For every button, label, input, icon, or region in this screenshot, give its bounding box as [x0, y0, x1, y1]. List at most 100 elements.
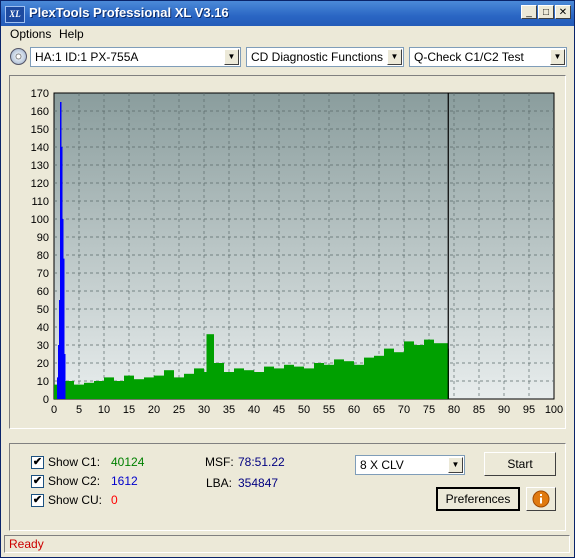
c1-bar [84, 382, 94, 399]
x-tick-label: 70 [398, 404, 410, 416]
info-icon [532, 490, 550, 508]
x-tick-label: 100 [545, 404, 563, 416]
c1-bar [104, 377, 114, 399]
x-tick-label: 35 [223, 404, 235, 416]
c1-bar [174, 377, 184, 399]
y-tick-label: 30 [37, 340, 49, 352]
x-tick-label: 25 [173, 404, 185, 416]
lba-label: LBA: [206, 476, 233, 490]
c1-bar [206, 334, 214, 399]
x-tick-label: 50 [298, 404, 310, 416]
show-c2-label: Show C2: [48, 474, 101, 488]
c1-bar [304, 368, 314, 399]
c1-bar [184, 373, 194, 399]
c2-bar [64, 354, 66, 399]
c1-bar [144, 377, 154, 399]
c1-bar [254, 372, 264, 399]
x-tick-label: 10 [98, 404, 110, 416]
show-c2-checkbox[interactable]: ✔ [31, 475, 44, 488]
menu-options[interactable]: Options [10, 27, 51, 41]
title-bar[interactable]: XL PlexTools Professional XL V3.16 _ □ ✕ [1, 1, 574, 26]
chevron-down-icon[interactable]: ▼ [387, 49, 402, 65]
c1-bar [214, 363, 224, 399]
info-button[interactable] [526, 487, 556, 511]
c1-bar [334, 359, 344, 399]
c1-bar [384, 348, 394, 399]
c1-bar [114, 381, 124, 399]
status-text: Ready [9, 537, 44, 551]
test-select-value: Q-Check C1/C2 Test [414, 50, 524, 64]
y-tick-label: 80 [37, 250, 49, 262]
c1-bar [294, 366, 304, 399]
function-select[interactable]: CD Diagnostic Functions ▼ [246, 47, 404, 67]
c1-bar [94, 381, 104, 399]
toolbar: HA:1 ID:1 PX-755A ▼ CD Diagnostic Functi… [1, 44, 574, 72]
y-tick-label: 60 [37, 286, 49, 298]
c2-count: 1612 [111, 474, 138, 488]
close-button[interactable]: ✕ [555, 5, 571, 19]
start-button[interactable]: Start [484, 452, 556, 476]
x-tick-label: 30 [198, 404, 210, 416]
chevron-down-icon[interactable]: ▼ [224, 49, 239, 65]
menu-help[interactable]: Help [59, 27, 84, 41]
y-tick-label: 0 [43, 394, 49, 406]
y-tick-label: 10 [37, 376, 49, 388]
x-tick-label: 80 [448, 404, 460, 416]
y-tick-label: 160 [31, 106, 49, 118]
msf-value: 78:51.22 [238, 455, 285, 469]
speed-select[interactable]: 8 X CLV ▼ [355, 455, 465, 475]
speed-select-value: 8 X CLV [360, 458, 404, 472]
status-bar: Ready [4, 535, 570, 553]
y-tick-label: 150 [31, 124, 49, 136]
show-cu-checkbox[interactable]: ✔ [31, 494, 44, 507]
c1-c2-chart: 0 5 10 15 20 25 30 35 40 45 50 55 60 65 70 75 80 85 90 95 10… [31, 88, 564, 416]
y-tick-label: 40 [37, 322, 49, 334]
show-c1-label: Show C1: [48, 455, 101, 469]
c1-bar [154, 375, 164, 399]
c1-bar [414, 345, 424, 399]
chevron-down-icon[interactable]: ▼ [448, 457, 463, 473]
x-tick-label: 15 [123, 404, 135, 416]
x-tick-label: 60 [348, 404, 360, 416]
y-tick-label: 70 [37, 268, 49, 280]
y-tick-label: 20 [37, 358, 49, 370]
c1-bar [164, 370, 174, 399]
function-select-value: CD Diagnostic Functions [251, 50, 384, 64]
show-c1-checkbox[interactable]: ✔ [31, 456, 44, 469]
c1-bar [244, 370, 254, 399]
c1-bar [194, 368, 204, 399]
c1-count: 40124 [111, 455, 145, 469]
y-tick-label: 90 [37, 232, 49, 244]
x-tick-label: 90 [498, 404, 510, 416]
c1-bar [134, 379, 144, 399]
lba-value: 354847 [238, 476, 279, 490]
x-tick-label: 40 [248, 404, 260, 416]
c1-bar [314, 363, 324, 399]
test-select[interactable]: Q-Check C1/C2 Test ▼ [409, 47, 567, 67]
drive-select[interactable]: HA:1 ID:1 PX-755A ▼ [30, 47, 241, 67]
c1-bar [264, 366, 274, 399]
maximize-button[interactable]: □ [538, 5, 554, 19]
y-tick-label: 170 [31, 88, 49, 100]
disc-icon [10, 48, 27, 65]
x-tick-label: 20 [148, 404, 160, 416]
window-title: PlexTools Professional XL V3.16 [29, 5, 229, 20]
show-cu-label: Show CU: [48, 493, 103, 507]
c1-bar [124, 375, 134, 399]
minimize-button[interactable]: _ [521, 5, 537, 19]
x-tick-label: 75 [423, 404, 435, 416]
x-tick-label: 55 [323, 404, 335, 416]
x-tick-label: 45 [273, 404, 285, 416]
y-tick-label: 120 [31, 178, 49, 190]
msf-label: MSF: [205, 455, 234, 469]
y-tick-label: 130 [31, 160, 49, 172]
preferences-button[interactable]: Preferences [436, 487, 520, 511]
c1-bar [224, 372, 234, 399]
y-tick-label: 50 [37, 304, 49, 316]
c1-bar [284, 364, 294, 399]
x-tick-label: 0 [51, 404, 57, 416]
c1-bar [274, 368, 284, 399]
c1-bar [74, 384, 84, 399]
app-icon: XL [5, 6, 25, 23]
chevron-down-icon[interactable]: ▼ [550, 49, 565, 65]
